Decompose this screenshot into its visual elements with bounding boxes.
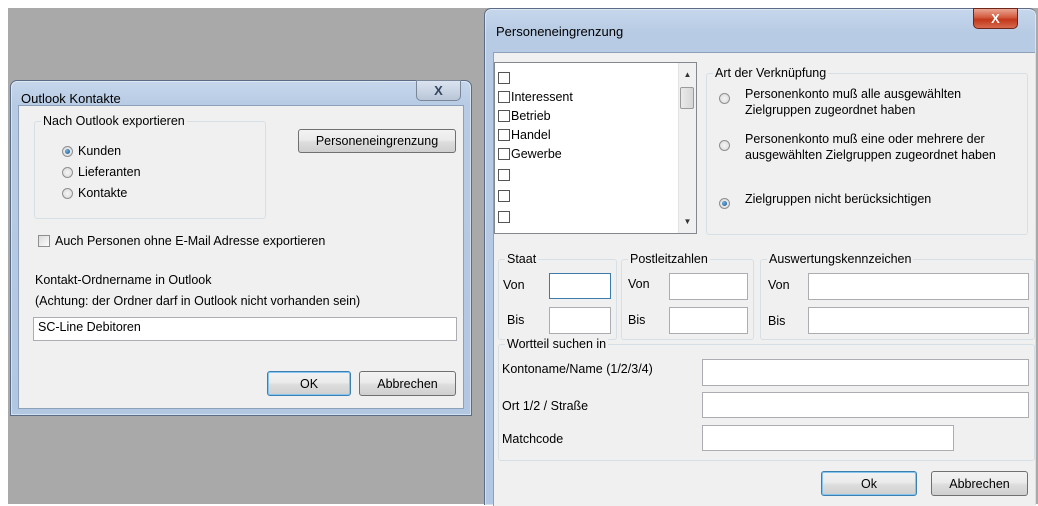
dialog-body: Nach Outlook exportieren Kunden Lieferan… xyxy=(18,105,464,409)
list-item-label: Betrieb xyxy=(511,108,551,123)
link-any-label: Personenkonto muß eine oder mehrere der … xyxy=(745,132,996,162)
ort-label: Ort 1/2 / Straße xyxy=(502,399,589,413)
auswertung-von-label: Von xyxy=(768,278,790,292)
list-item-checkbox[interactable] xyxy=(498,128,510,141)
postleitzahlen-label: Postleitzahlen xyxy=(628,252,710,266)
link-type-group: Art der Verknüpfung Personenkonto muß al… xyxy=(706,66,1028,235)
list-item-label: Interessent xyxy=(511,89,573,104)
auswertung-group: Auswertungskennzeichen Von Bis xyxy=(760,252,1035,340)
radio-lieferanten-label: Lieferanten xyxy=(78,165,141,179)
plz-bis-input[interactable] xyxy=(669,307,748,334)
plz-von-input[interactable] xyxy=(669,273,748,300)
cancel-button-label: Abbrechen xyxy=(949,476,1010,491)
export-group-label: Nach Outlook exportieren xyxy=(41,114,187,128)
auswertung-label: Auswertungskennzeichen xyxy=(767,252,914,266)
no-email-checkbox-box[interactable] xyxy=(38,235,50,247)
list-item-checkbox[interactable] xyxy=(498,210,510,223)
link-ignore-radio[interactable] xyxy=(719,198,730,209)
list-item-checkbox[interactable] xyxy=(498,147,510,160)
staat-bis-label: Bis xyxy=(507,313,525,327)
radio-lieferanten-indicator[interactable] xyxy=(62,166,73,178)
list-item-checkbox[interactable] xyxy=(498,109,510,122)
list-item-label: Gewerbe xyxy=(511,146,562,161)
personeneingrenzung-button-label: Personeneingrenzung xyxy=(315,134,439,148)
radio-kunden-indicator[interactable] xyxy=(62,145,73,157)
auswertung-von-input[interactable] xyxy=(808,273,1029,300)
dialog-body: Interessent Betrieb Handel Gewerbe ▲ ▼ A… xyxy=(493,52,1035,506)
no-email-checkbox-label: Auch Personen ohne E-Mail Adresse export… xyxy=(55,234,326,248)
list-item-checkbox[interactable] xyxy=(498,90,510,103)
ok-button-label: Ok xyxy=(861,476,877,491)
auswertung-bis-input[interactable] xyxy=(808,307,1029,334)
cancel-button-label: Abbrechen xyxy=(377,376,438,391)
scroll-down-icon[interactable]: ▼ xyxy=(679,213,696,230)
list-scrollbar[interactable]: ▲ ▼ xyxy=(678,63,696,233)
plz-bis-label: Bis xyxy=(628,313,646,327)
ort-input[interactable] xyxy=(702,392,1029,418)
list-item-checkbox[interactable] xyxy=(498,189,510,202)
wortteil-label: Wortteil suchen in xyxy=(505,337,609,351)
link-all-radio[interactable] xyxy=(719,93,730,104)
ok-button[interactable]: Ok xyxy=(821,471,917,496)
scroll-thumb[interactable] xyxy=(680,87,694,109)
list-item[interactable]: Gewerbe xyxy=(498,145,562,162)
kontoname-label: Kontoname/Name (1/2/3/4) xyxy=(502,362,653,376)
staat-von-label: Von xyxy=(503,278,525,292)
close-icon: X xyxy=(434,83,443,98)
radio-kunden[interactable]: Kunden xyxy=(62,144,121,158)
target-group-list[interactable]: Interessent Betrieb Handel Gewerbe ▲ ▼ xyxy=(494,62,697,234)
radio-kontakte-label: Kontakte xyxy=(78,186,128,200)
matchcode-label: Matchcode xyxy=(502,432,564,446)
ok-button[interactable]: OK xyxy=(267,371,351,396)
close-button[interactable]: X xyxy=(416,80,461,101)
radio-kontakte-indicator[interactable] xyxy=(62,187,73,199)
outlook-kontakte-window: Outlook Kontakte X Nach Outlook exportie… xyxy=(10,80,472,416)
folder-name-label: Kontakt-Ordnername in Outlook xyxy=(35,273,212,287)
folder-name-value: SC-Line Debitoren xyxy=(38,320,141,334)
list-item[interactable] xyxy=(498,208,511,225)
cancel-button[interactable]: Abbrechen xyxy=(931,471,1028,496)
window-title: Personeneingrenzung xyxy=(496,24,624,39)
list-item-label: Handel xyxy=(511,127,551,142)
scroll-up-icon[interactable]: ▲ xyxy=(679,66,696,83)
list-item[interactable] xyxy=(498,166,511,183)
list-item[interactable]: Betrieb xyxy=(498,107,551,124)
staat-von-input[interactable] xyxy=(549,273,611,299)
personeneingrenzung-button[interactable]: Personeneingrenzung xyxy=(298,129,456,153)
folder-name-input[interactable]: SC-Line Debitoren xyxy=(33,317,457,341)
folder-name-note: (Achtung: der Ordner darf in Outlook nic… xyxy=(35,294,361,308)
list-item[interactable] xyxy=(498,69,511,86)
radio-lieferanten[interactable]: Lieferanten xyxy=(62,165,141,179)
radio-kunden-label: Kunden xyxy=(78,144,122,158)
staat-group: Staat Von Bis xyxy=(498,252,617,340)
close-icon: X xyxy=(991,11,1000,26)
list-item[interactable]: Handel xyxy=(498,126,551,143)
list-item-checkbox[interactable] xyxy=(498,168,510,181)
auswertung-bis-label: Bis xyxy=(768,314,786,328)
list-item-checkbox[interactable] xyxy=(498,71,510,84)
plz-von-label: Von xyxy=(628,277,650,291)
kontoname-input[interactable] xyxy=(702,359,1029,386)
list-item[interactable] xyxy=(498,187,511,204)
staat-bis-input[interactable] xyxy=(549,307,611,334)
link-all-label: Personenkonto muß alle ausgewählten Ziel… xyxy=(745,87,962,117)
matchcode-input[interactable] xyxy=(702,425,954,451)
staat-label: Staat xyxy=(505,252,539,266)
wortteil-group: Wortteil suchen in Kontoname/Name (1/2/3… xyxy=(498,337,1035,461)
cancel-button[interactable]: Abbrechen xyxy=(359,371,456,396)
close-button[interactable]: X xyxy=(973,8,1018,29)
no-email-checkbox[interactable]: Auch Personen ohne E-Mail Adresse export… xyxy=(38,234,325,248)
radio-kontakte[interactable]: Kontakte xyxy=(62,186,127,200)
personeneingrenzung-window: Personeneingrenzung X Interessent Betrie… xyxy=(484,8,1036,506)
list-item[interactable]: Interessent xyxy=(498,88,573,105)
export-group: Nach Outlook exportieren Kunden Lieferan… xyxy=(34,114,266,219)
window-title: Outlook Kontakte xyxy=(21,91,121,106)
postleitzahlen-group: Postleitzahlen Von Bis xyxy=(621,252,754,340)
link-any-radio[interactable] xyxy=(719,140,730,151)
ok-button-label: OK xyxy=(299,376,319,391)
link-ignore-label: Zielgruppen nicht berücksichtigen xyxy=(745,192,932,206)
link-type-group-label: Art der Verknüpfung xyxy=(713,66,829,80)
